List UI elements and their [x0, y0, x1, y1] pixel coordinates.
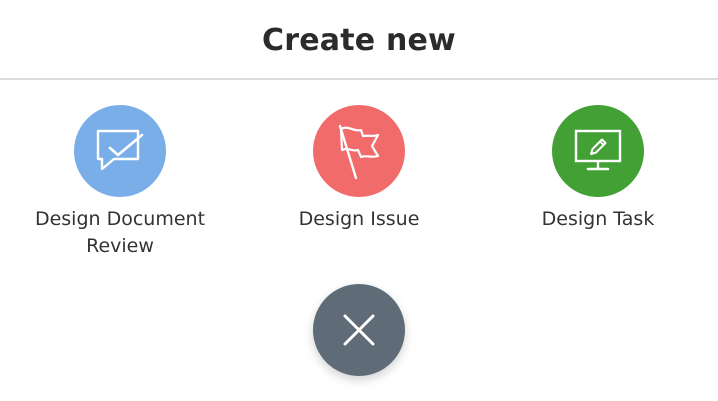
design-issue-icon-circle[interactable] [313, 105, 405, 197]
design-task-label: Design Task [498, 206, 698, 233]
design-document-review-label-line-2: Review [86, 235, 154, 257]
design-document-review-icon-circle[interactable] [74, 105, 166, 197]
design-document-review-option[interactable]: Design Document Review [20, 105, 220, 260]
sheet-title: Create new [262, 22, 456, 58]
chat-check-icon [96, 129, 144, 171]
flag-icon [338, 124, 380, 180]
design-document-review-label: Design Document Review [20, 206, 220, 260]
design-task-option[interactable]: Design Task [498, 105, 698, 233]
design-task-label-line-1: Design Task [541, 208, 655, 230]
design-task-icon-circle[interactable] [552, 105, 644, 197]
design-issue-label-line-1: Design Issue [298, 208, 420, 230]
design-document-review-label-line-1: Design Document [34, 208, 206, 230]
sheet-header: Create new [0, 0, 718, 80]
close-icon [343, 314, 375, 346]
design-issue-label: Design Issue [259, 206, 459, 233]
close-button[interactable] [313, 284, 405, 376]
create-new-sheet: Create new Design Document Review Design… [0, 0, 718, 401]
design-issue-option[interactable]: Design Issue [259, 105, 459, 233]
monitor-pencil-icon [574, 129, 622, 171]
